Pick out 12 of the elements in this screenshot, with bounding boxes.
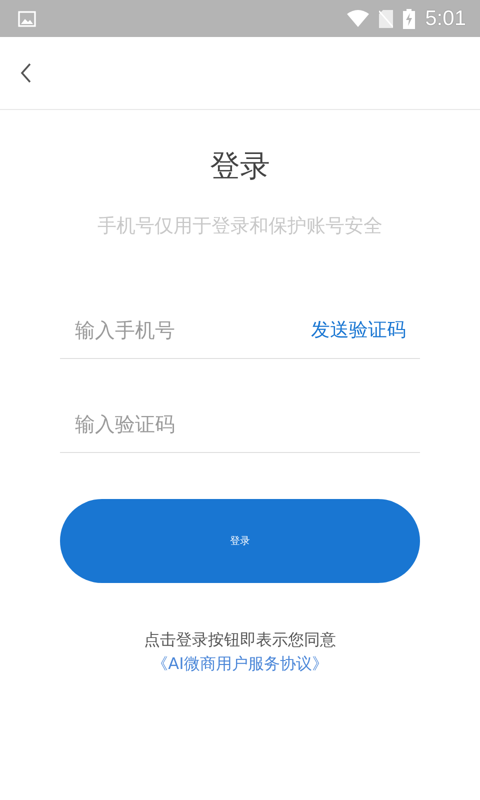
login-button[interactable]: 登录: [60, 499, 420, 583]
image-icon: [18, 10, 36, 26]
clock-time: 5:01: [425, 6, 466, 30]
wifi-icon: [347, 10, 370, 27]
agreement-link[interactable]: 《AI微商用户服务协议》: [152, 652, 328, 676]
phone-input-field[interactable]: 输入手机号: [60, 301, 311, 358]
no-sim-icon: [379, 10, 394, 28]
send-code-link[interactable]: 发送验证码: [311, 316, 420, 342]
code-input-field[interactable]: 输入验证码: [60, 395, 420, 452]
battery-charging-icon: [403, 8, 416, 28]
agreement-text: 点击登录按钮即表示您同意: [144, 629, 336, 651]
page-title: 登录: [210, 148, 270, 186]
